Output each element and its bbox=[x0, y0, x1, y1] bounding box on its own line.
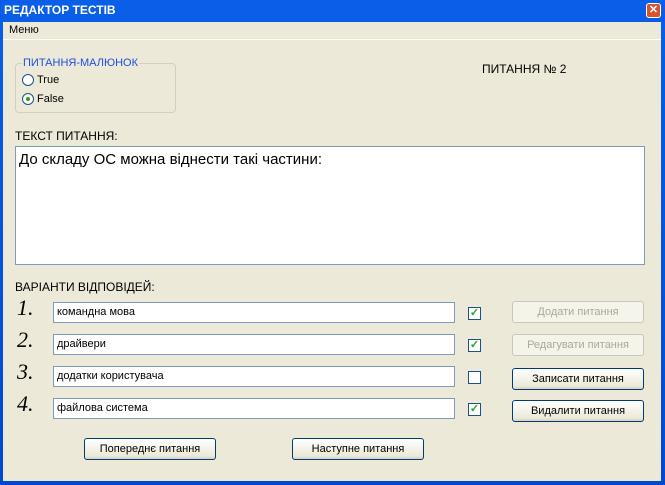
answers-label: ВАРІАНТИ ВІДПОВІДЕЙ: bbox=[15, 280, 155, 294]
radio-true[interactable]: True bbox=[22, 74, 59, 86]
answer-input-3[interactable]: додатки користувача bbox=[53, 366, 455, 387]
question-text-label: ТЕКСТ ПИТАННЯ: bbox=[15, 129, 118, 143]
delete-question-button[interactable]: Видалити питання bbox=[512, 400, 644, 422]
save-question-button[interactable]: Записати питання bbox=[512, 368, 644, 390]
app-window: РЕДАКТОР ТЕСТІВ ✕ Меню ПИТАННЯ-МАЛЮНОК T… bbox=[0, 0, 665, 485]
answer-number: 1. bbox=[17, 295, 34, 320]
question-text-input[interactable]: До складу ОС можна віднести такі частини… bbox=[15, 146, 645, 265]
radio-label: True bbox=[37, 74, 60, 86]
radio-circle[interactable] bbox=[22, 93, 34, 105]
answer-correct-checkbox-2[interactable]: ✓ bbox=[468, 339, 481, 352]
next-question-button[interactable]: Наступне питання bbox=[292, 438, 424, 460]
radio-circle[interactable] bbox=[22, 74, 34, 86]
answer-number: 3. bbox=[17, 359, 34, 384]
answer-number: 2. bbox=[17, 327, 34, 352]
radio-label: False bbox=[37, 93, 64, 105]
group-label: ПИТАННЯ-МАЛЮНОК bbox=[22, 57, 139, 69]
answer-input-2[interactable]: драйвери bbox=[53, 334, 455, 355]
window-title: РЕДАКТОР ТЕСТІВ bbox=[4, 3, 116, 17]
answer-correct-checkbox-4[interactable]: ✓ bbox=[468, 403, 481, 416]
previous-question-button[interactable]: Попереднє питання bbox=[84, 438, 216, 460]
answer-number: 4. bbox=[17, 391, 34, 416]
close-button[interactable]: ✕ bbox=[646, 3, 661, 18]
menu-bar: Меню bbox=[3, 22, 661, 40]
answer-correct-checkbox-3[interactable] bbox=[468, 371, 481, 384]
add-question-button[interactable]: Додати питання bbox=[512, 301, 644, 323]
edit-question-button[interactable]: Редагувати питання bbox=[512, 334, 644, 356]
client-area: Меню ПИТАННЯ-МАЛЮНОК True False ПИТАННЯ … bbox=[3, 22, 661, 481]
answer-input-1[interactable]: командна мова bbox=[53, 302, 455, 323]
picture-question-group: ПИТАННЯ-МАЛЮНОК True False bbox=[15, 57, 176, 113]
answer-correct-checkbox-1[interactable]: ✓ bbox=[468, 307, 481, 320]
answer-input-4[interactable]: файлова система bbox=[53, 398, 455, 419]
question-number: ПИТАННЯ № 2 bbox=[482, 62, 567, 76]
menu-item-menu[interactable]: Меню bbox=[9, 24, 39, 36]
radio-false[interactable]: False bbox=[22, 93, 64, 105]
